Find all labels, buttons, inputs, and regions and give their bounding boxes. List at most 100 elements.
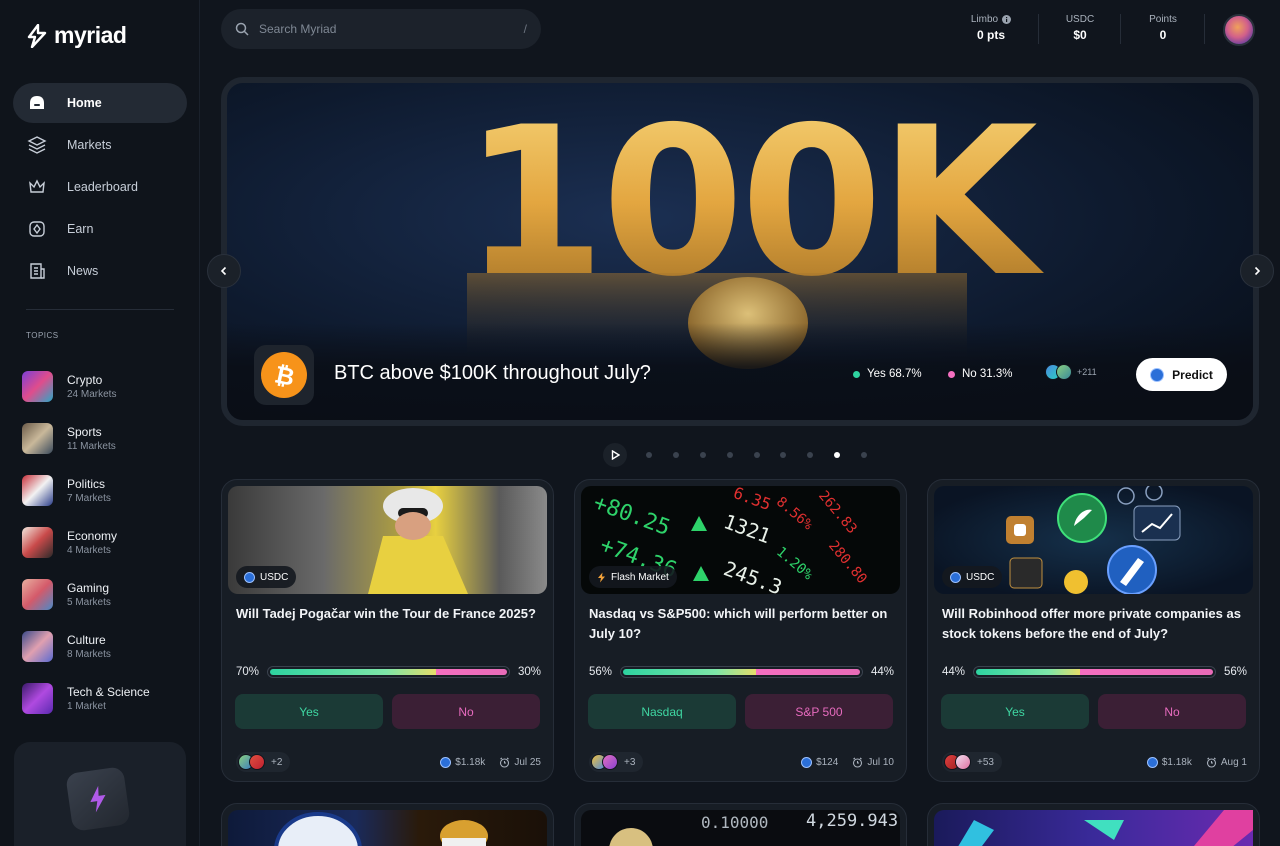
topic-gaming[interactable]: Gaming 5 Markets [22, 568, 192, 620]
hero-yes-stat: Yes 68.7% [853, 368, 922, 380]
no-button[interactable]: No [1098, 694, 1246, 729]
date-value: Aug 1 [1220, 756, 1247, 768]
yes-percent: 44% [942, 666, 966, 678]
market-card-partial[interactable] [927, 803, 1260, 846]
nasdaq-button[interactable]: Nasdaq [588, 694, 736, 729]
stat-divider [1204, 14, 1205, 44]
topic-sports[interactable]: Sports 11 Markets [22, 412, 192, 464]
nav-item-markets[interactable]: Markets [13, 125, 187, 165]
probability-bar [620, 666, 863, 678]
carousel-dots [636, 452, 877, 458]
hero-no-stat: No 31.3% [948, 368, 1013, 380]
logo[interactable]: myriad [26, 22, 127, 49]
carousel-dot[interactable] [807, 452, 814, 458]
stat-value: 0 pts [976, 28, 1005, 42]
topic-tech-science[interactable]: Tech & Science 1 Market [22, 672, 192, 724]
probability-row: 44% 56% [942, 664, 1247, 680]
info-icon[interactable] [1002, 15, 1012, 24]
probability-bar-yes [623, 669, 756, 675]
usdc-icon [440, 756, 452, 768]
stat-value: $0 [1073, 28, 1087, 42]
badge-label: USDC [966, 571, 995, 583]
topic-thumbnail [22, 474, 53, 506]
layers-icon [27, 135, 47, 155]
carousel-dot[interactable] [673, 452, 680, 458]
topic-thumbnail [22, 422, 53, 454]
stat-points[interactable]: Points 0 [1143, 14, 1183, 42]
nav-item-home[interactable]: Home [13, 83, 187, 123]
probability-bar [973, 666, 1216, 678]
carousel-dot[interactable] [753, 452, 760, 458]
topic-thumbnail [22, 578, 53, 610]
nav-item-news[interactable]: News [13, 251, 187, 291]
topic-thumbnail [22, 370, 53, 402]
sp500-button[interactable]: S&P 500 [745, 694, 893, 729]
play-icon [611, 450, 620, 460]
nav-item-leaderboard[interactable]: Leaderboard [13, 167, 187, 207]
flash-promo-card[interactable] [14, 742, 186, 846]
topic-count: 7 Markets [67, 492, 111, 504]
hero-title[interactable]: BTC above $100K throughout July? [334, 362, 651, 385]
carousel-dot[interactable] [646, 452, 653, 458]
yes-percent: 70% [236, 666, 260, 678]
market-question[interactable]: Will Robinhood offer more private compan… [942, 604, 1247, 644]
yes-button[interactable]: Yes [941, 694, 1089, 729]
participants-more: +2 [271, 756, 283, 768]
svg-text:6.35: 6.35 [731, 486, 774, 514]
participant-avatar [249, 754, 265, 770]
stat-limbo[interactable]: Limbo 0 pts [962, 14, 1020, 42]
volume-value: $1.18k [1161, 756, 1192, 768]
alarm-clock-icon [500, 757, 510, 768]
market-card[interactable]: USDC Will Tadej Pogačar win the Tour de … [221, 479, 554, 782]
stat-usdc[interactable]: USDC $0 [1058, 14, 1102, 42]
carousel-dot[interactable] [833, 452, 840, 458]
topic-economy[interactable]: Economy 4 Markets [22, 516, 192, 568]
no-button[interactable]: No [392, 694, 540, 729]
market-card-partial[interactable]: 0.10000 4,259.943 4,259.941 [574, 803, 907, 846]
hero-yes-label: Yes 68.7% [867, 368, 922, 380]
carousel-dot[interactable] [780, 452, 787, 458]
carousel-next-button[interactable] [1240, 254, 1274, 288]
topic-name: Culture [67, 632, 106, 647]
carousel-dot[interactable] [860, 452, 867, 458]
user-avatar[interactable] [1223, 14, 1255, 46]
svg-text:₿: ₿ [272, 361, 296, 389]
search-input[interactable] [259, 22, 524, 36]
market-card-partial[interactable] [221, 803, 554, 846]
stat-divider [1038, 14, 1039, 44]
nav-label-earn: Earn [67, 222, 94, 236]
participants-more: +3 [624, 756, 636, 768]
carousel-dot[interactable] [726, 452, 733, 458]
topic-politics[interactable]: Politics 7 Markets [22, 464, 192, 516]
bitcoin-logo: ₿ [254, 345, 314, 405]
sidebar: myriad Home Markets Leaderboard Earn New… [0, 0, 200, 846]
market-card[interactable]: USDC Will Robinhood offer more private c… [927, 479, 1260, 782]
svg-text:8.56%: 8.56% [773, 494, 816, 534]
carousel-prev-button[interactable] [207, 254, 241, 288]
participant-avatar [1056, 364, 1072, 380]
carousel-play-button[interactable] [603, 443, 627, 467]
market-card[interactable]: +80.25 +74.36 1321 245.3 6.35 8.56% 1.20… [574, 479, 907, 782]
yes-button[interactable]: Yes [235, 694, 383, 729]
participants-more: +211 [1077, 367, 1097, 377]
probability-row: 70% 30% [236, 664, 541, 680]
no-percent: 44% [870, 666, 894, 678]
myriad-logo-icon [27, 23, 47, 48]
market-question[interactable]: Will Tadej Pogačar win the Tour de Franc… [236, 604, 541, 624]
topic-crypto[interactable]: Crypto 24 Markets [22, 360, 192, 412]
carousel-dot[interactable] [699, 452, 706, 458]
hero-banner[interactable]: 100K ₿ BTC above $100K throughout July? … [221, 77, 1259, 426]
topic-count: 5 Markets [67, 596, 111, 608]
topic-thumbnail [22, 630, 53, 662]
chevron-left-icon [220, 266, 227, 276]
search-bar[interactable]: / [221, 9, 541, 49]
stat-divider [1120, 14, 1121, 44]
topic-culture[interactable]: Culture 8 Markets [22, 620, 192, 672]
predict-button[interactable]: Predict [1136, 358, 1227, 391]
topic-count: 24 Markets [67, 388, 117, 400]
nav-item-earn[interactable]: Earn [13, 209, 187, 249]
market-question[interactable]: Nasdaq vs S&P500: which will perform bet… [589, 604, 894, 644]
home-icon [27, 93, 47, 113]
search-icon [235, 22, 249, 36]
predict-label: Predict [1172, 367, 1213, 382]
